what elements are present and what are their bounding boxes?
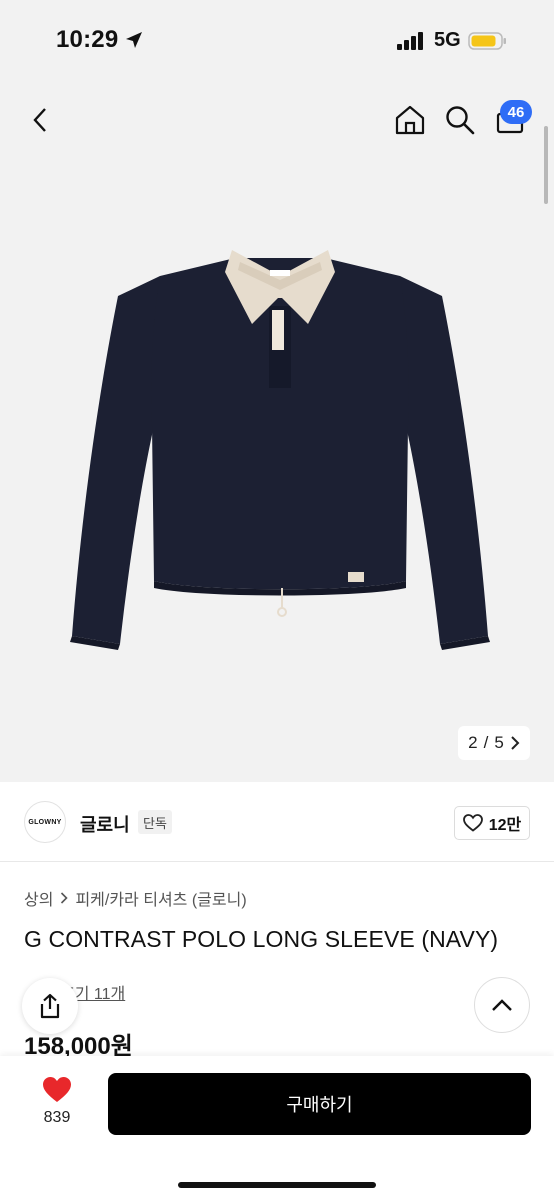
chevron-right-icon [511,736,520,750]
wishlist-count: 839 [43,1109,71,1126]
brand-like-button[interactable]: 12만 [454,806,530,840]
network-label: 5G [434,29,461,51]
chevron-up-icon [492,999,512,1011]
breadcrumb-item[interactable]: 피케/카라 티셔츠 (글로니) [75,886,246,910]
signal-icon [397,32,423,50]
exclusive-badge: 단독 [138,810,172,834]
buy-button[interactable]: 구매하기 [108,1073,531,1135]
back-button[interactable] [18,98,62,142]
pager-separator: / [483,733,489,752]
search-button[interactable] [438,98,482,142]
home-icon [395,105,425,135]
breadcrumb-item[interactable]: 상의 [24,886,53,910]
heart-filled-icon [43,1077,71,1102]
bottom-action-bar: 839 구매하기 [0,1056,554,1200]
status-time: 10:29 [56,26,119,53]
breadcrumb: 상의 피케/카라 티셔츠 (글로니) [24,886,247,910]
brand-logo[interactable]: GLOWNY [24,801,66,843]
share-button[interactable] [22,978,78,1034]
wishlist-button[interactable]: 839 [26,1076,88,1132]
product-photo [70,250,490,650]
location-arrow-icon [126,32,142,48]
brand-name[interactable]: 글로니 [80,811,130,837]
status-bar: 10:29 5G [0,0,554,80]
brand-row[interactable]: GLOWNY 글로니 단독 12만 [0,782,554,862]
scroll-indicator[interactable] [544,126,548,204]
pager-total: 5 [494,733,504,752]
back-icon [33,108,46,132]
scroll-to-top-button[interactable] [474,977,530,1033]
product-title: G CONTRAST POLO LONG SLEEVE (NAVY) [24,926,499,952]
home-button[interactable] [388,98,432,142]
brand-like-count: 12만 [488,817,522,834]
battery-icon [468,32,506,50]
gallery-pager[interactable]: 2 / 5 [458,726,530,760]
top-navigation [0,88,554,152]
share-icon [40,993,60,1019]
search-icon [446,106,475,135]
cart-badge: 46 [500,100,532,124]
pager-current: 2 [468,733,478,752]
chevron-right-icon [61,892,69,904]
heart-outline-icon [462,814,483,832]
home-indicator [178,1182,376,1188]
